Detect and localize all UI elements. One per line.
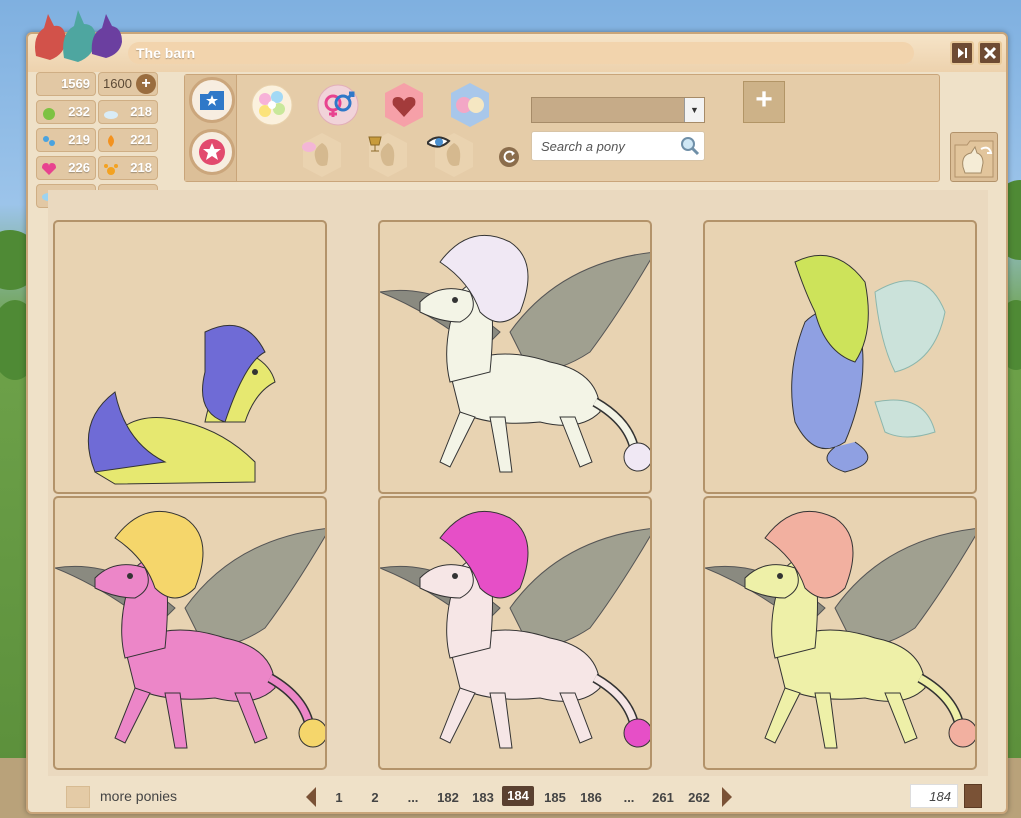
next-page-arrow-icon[interactable] — [720, 786, 734, 811]
eye-filter[interactable] — [425, 129, 481, 183]
paw-icon — [103, 161, 119, 175]
pony-grid — [48, 190, 988, 776]
flame-icon — [103, 133, 119, 147]
current-page: 184 — [502, 786, 534, 806]
go-to-page-button[interactable] — [964, 784, 982, 808]
health-value: 219 — [68, 132, 90, 147]
pony-card[interactable] — [378, 220, 652, 494]
pony-card[interactable] — [378, 496, 652, 770]
page-link[interactable]: 185 — [540, 790, 570, 805]
prev-page-arrow-icon[interactable] — [304, 786, 318, 811]
unicorn-filter[interactable] — [295, 129, 349, 183]
add-currency-button[interactable]: + — [136, 74, 156, 94]
pony-illustration — [705, 510, 975, 749]
refresh-icon — [503, 150, 515, 163]
reset-filters-button[interactable] — [499, 147, 519, 167]
gender-filter[interactable] — [311, 81, 365, 135]
gender-icon — [317, 84, 359, 126]
create-folder-button[interactable]: + — [743, 81, 785, 123]
heart-filter-icon — [385, 83, 423, 127]
currency-stat: 1569 — [36, 72, 96, 96]
blue-folder-icon — [200, 91, 224, 110]
breed-filter[interactable] — [245, 81, 299, 135]
page-link[interactable]: 186 — [576, 790, 606, 805]
endurance-stat: 218 — [98, 156, 158, 180]
currency-value: 1569 — [61, 76, 90, 91]
page-link[interactable]: 2 — [360, 790, 390, 805]
filter-toolbar: ▼ Search a pony + — [184, 74, 940, 182]
more-ponies-checkbox[interactable] — [66, 786, 90, 808]
eye-icon — [425, 133, 473, 177]
morale-value: 218 — [130, 104, 152, 119]
chevron-down-icon[interactable]: ▼ — [684, 98, 704, 122]
barn-window: The barn 1569 1600 + 232 218 219 221 226… — [26, 10, 1010, 814]
category-dropdown[interactable]: ▼ — [531, 97, 705, 123]
export-folder-button[interactable] — [950, 132, 998, 182]
favorites-button[interactable] — [189, 129, 235, 175]
more-ponies-label: more ponies — [100, 788, 178, 804]
pony-logo — [30, 6, 130, 66]
page-ellipsis: ... — [407, 790, 419, 805]
heart-icon — [41, 161, 57, 175]
cloud-icon — [103, 105, 119, 119]
page-link[interactable]: 261 — [648, 790, 678, 805]
morale-stat: 218 — [98, 100, 158, 124]
health-stat: 219 — [36, 128, 96, 152]
page-ellipsis: ... — [623, 790, 635, 805]
footprint-icon — [41, 133, 57, 147]
star-icon — [199, 139, 225, 165]
speed-value: 221 — [130, 132, 152, 147]
apple-icon — [41, 105, 57, 120]
pony-illustration — [55, 510, 325, 749]
view-switcher — [185, 75, 237, 181]
window-title: The barn — [128, 42, 914, 64]
love-filter[interactable] — [377, 81, 431, 135]
pony-card[interactable] — [703, 496, 977, 770]
pony-couple-icon — [451, 83, 489, 127]
flower-icon — [251, 84, 293, 126]
page-link[interactable]: 262 — [684, 790, 714, 805]
page-number-input[interactable]: 184 — [910, 784, 958, 808]
folder-view-button[interactable] — [189, 77, 235, 123]
pony-illustration — [380, 510, 650, 749]
endurance-value: 218 — [130, 160, 152, 175]
pony-illustration — [380, 234, 650, 473]
pagination-bar: more ponies 1 2 ... 182 183 184 185 186 … — [28, 782, 1010, 814]
page-link[interactable]: 183 — [468, 790, 498, 805]
close-button[interactable] — [978, 41, 1002, 65]
page-link[interactable]: 182 — [433, 790, 463, 805]
affection-value: 226 — [68, 160, 90, 175]
search-icon[interactable] — [680, 136, 700, 159]
unicorn-icon — [302, 133, 341, 177]
pony-illustration — [791, 254, 946, 473]
pony-card[interactable] — [53, 496, 327, 770]
premium-value: 1600 — [103, 76, 132, 91]
pony-illustration — [87, 324, 276, 485]
energy-value: 232 — [68, 104, 90, 119]
pony-card[interactable] — [53, 220, 327, 494]
speed-stat: 221 — [98, 128, 158, 152]
energy-stat: 232 — [36, 100, 96, 124]
search-input[interactable]: Search a pony — [531, 131, 705, 161]
pony-card[interactable] — [703, 220, 977, 494]
trophy-icon — [368, 133, 407, 177]
search-placeholder: Search a pony — [541, 139, 625, 154]
trophy-filter[interactable] — [361, 129, 415, 183]
minimize-button[interactable] — [950, 41, 974, 65]
affection-stat: 226 — [36, 156, 96, 180]
couple-filter[interactable] — [443, 81, 497, 135]
pony-folder-icon — [954, 140, 994, 178]
titlebar: The barn — [28, 34, 1006, 72]
page-number-value: 184 — [929, 789, 951, 804]
page-link[interactable]: 1 — [324, 790, 354, 805]
